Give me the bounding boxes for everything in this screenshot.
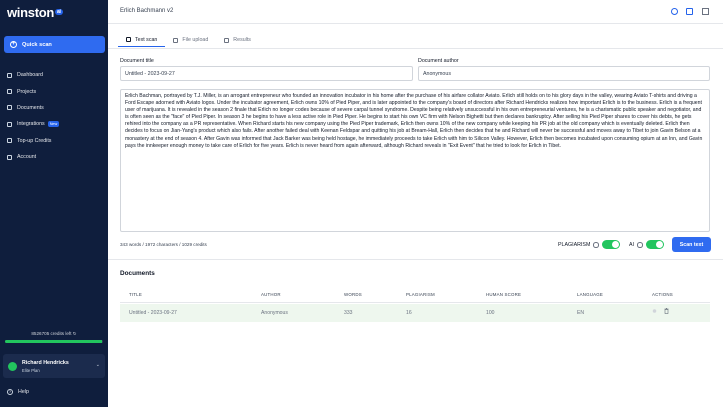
plagiarism-label: PLAGIARISM xyxy=(558,242,599,248)
help-icon: ? xyxy=(7,389,13,395)
row-author: Anonymous xyxy=(261,310,288,316)
tab-divider xyxy=(108,48,723,49)
quick-scan-button[interactable]: + Quick scan xyxy=(4,36,105,53)
logo[interactable]: winston ai xyxy=(7,5,63,20)
document-author-input[interactable]: Anonymous xyxy=(418,66,710,81)
sidebar-nav: Dashboard Projects Documents Integration… xyxy=(0,67,108,165)
text-icon xyxy=(126,37,131,42)
ai-label: AI xyxy=(629,242,643,248)
column-header-plagiarism[interactable]: PLAGIARISM xyxy=(406,292,435,297)
row-language: EN xyxy=(577,310,585,316)
credits-bar-fill xyxy=(5,340,103,343)
info-icon[interactable] xyxy=(637,242,643,248)
column-header-actions: ACTIONS xyxy=(652,292,673,297)
view-icon[interactable] xyxy=(652,308,657,314)
column-header-words[interactable]: WORDS xyxy=(344,292,362,297)
top-bar: Erlich Bachmann v2 xyxy=(108,0,723,24)
sidebar-item-projects[interactable]: Projects xyxy=(0,83,108,99)
tab-text-scan[interactable]: Text scan xyxy=(118,33,166,47)
column-header-author[interactable]: AUTHOR xyxy=(261,292,281,297)
user-menu[interactable]: Richard Hendricks Elite Plan ⌄ xyxy=(3,354,105,378)
column-header-human-score[interactable]: HUMAN SCORE xyxy=(486,292,521,297)
user-name: Richard Hendricks xyxy=(22,359,69,366)
user-icon xyxy=(7,154,12,160)
credits-meter: 8526705 credits left ↻ xyxy=(5,331,103,343)
trash-icon[interactable] xyxy=(664,308,669,314)
sidebar-item-documents[interactable]: Documents xyxy=(0,100,108,116)
folder-icon xyxy=(7,89,12,95)
row-human-score: 100 xyxy=(486,310,495,316)
grid-icon xyxy=(7,72,12,78)
table-row[interactable] xyxy=(120,304,710,322)
refresh-icon[interactable]: ↻ xyxy=(73,331,77,336)
scan-text-button[interactable]: Scan text xyxy=(672,237,711,252)
table-header-divider xyxy=(120,302,710,303)
page-title: Erlich Bachmann v2 xyxy=(120,8,174,14)
calendar-icon[interactable] xyxy=(686,8,693,15)
sidebar-item-integrations[interactable]: Integrations New xyxy=(0,116,108,132)
credits-bar xyxy=(5,340,103,343)
plus-icon: + xyxy=(10,41,17,48)
document-icon xyxy=(7,105,12,111)
row-plagiarism: 16 xyxy=(406,310,412,316)
puzzle-icon xyxy=(7,121,12,127)
sidebar-item-top-up-credits[interactable]: Top-up Credits xyxy=(0,133,108,149)
plagiarism-toggle[interactable] xyxy=(602,240,620,249)
credits-text: 8526705 credits left ↻ xyxy=(31,331,77,336)
user-plan: Elite Plan xyxy=(22,367,40,373)
new-badge: New xyxy=(47,121,60,128)
scan-tabs: Text scan File upload Results xyxy=(118,33,259,49)
sidebar: winston ai + Quick scan Dashboard Project… xyxy=(0,0,108,407)
avatar xyxy=(8,361,17,371)
scan-text-area[interactable]: Erlich Bachman, portrayed by T.J. Miller… xyxy=(120,89,710,232)
sidebar-item-dashboard[interactable]: Dashboard xyxy=(0,67,108,83)
sidebar-item-account[interactable]: Account xyxy=(0,149,108,165)
section-divider xyxy=(108,259,723,260)
documents-heading: Documents xyxy=(120,270,155,277)
tab-results[interactable]: Results xyxy=(216,33,259,47)
cart-icon xyxy=(7,138,12,144)
row-title[interactable]: Untitled - 2023-09-27 xyxy=(129,310,177,316)
tab-file-upload[interactable]: File upload xyxy=(165,33,216,47)
document-title-label: Document title xyxy=(120,58,154,64)
document-author-label: Document author xyxy=(418,58,459,64)
document-title-input[interactable]: Untitled - 2023-09-27 xyxy=(120,66,413,81)
chevron-down-icon: ⌄ xyxy=(95,362,100,368)
results-icon xyxy=(224,37,230,43)
row-words: 333 xyxy=(344,310,353,316)
help-link[interactable]: ? Help xyxy=(7,389,29,395)
add-icon[interactable] xyxy=(671,8,678,15)
column-header-language[interactable]: LANGUAGE xyxy=(577,292,603,297)
quick-scan-label: Quick scan xyxy=(22,41,52,48)
toggle-knob xyxy=(612,241,619,248)
collapse-icon[interactable] xyxy=(702,8,709,15)
toggle-knob xyxy=(656,241,663,248)
info-icon[interactable] xyxy=(593,242,599,248)
word-count: 343 words / 1972 characters / 1029 credi… xyxy=(120,242,207,247)
column-header-title[interactable]: TITLE xyxy=(129,292,142,297)
upload-icon xyxy=(173,37,179,43)
ai-toggle[interactable] xyxy=(646,240,664,249)
